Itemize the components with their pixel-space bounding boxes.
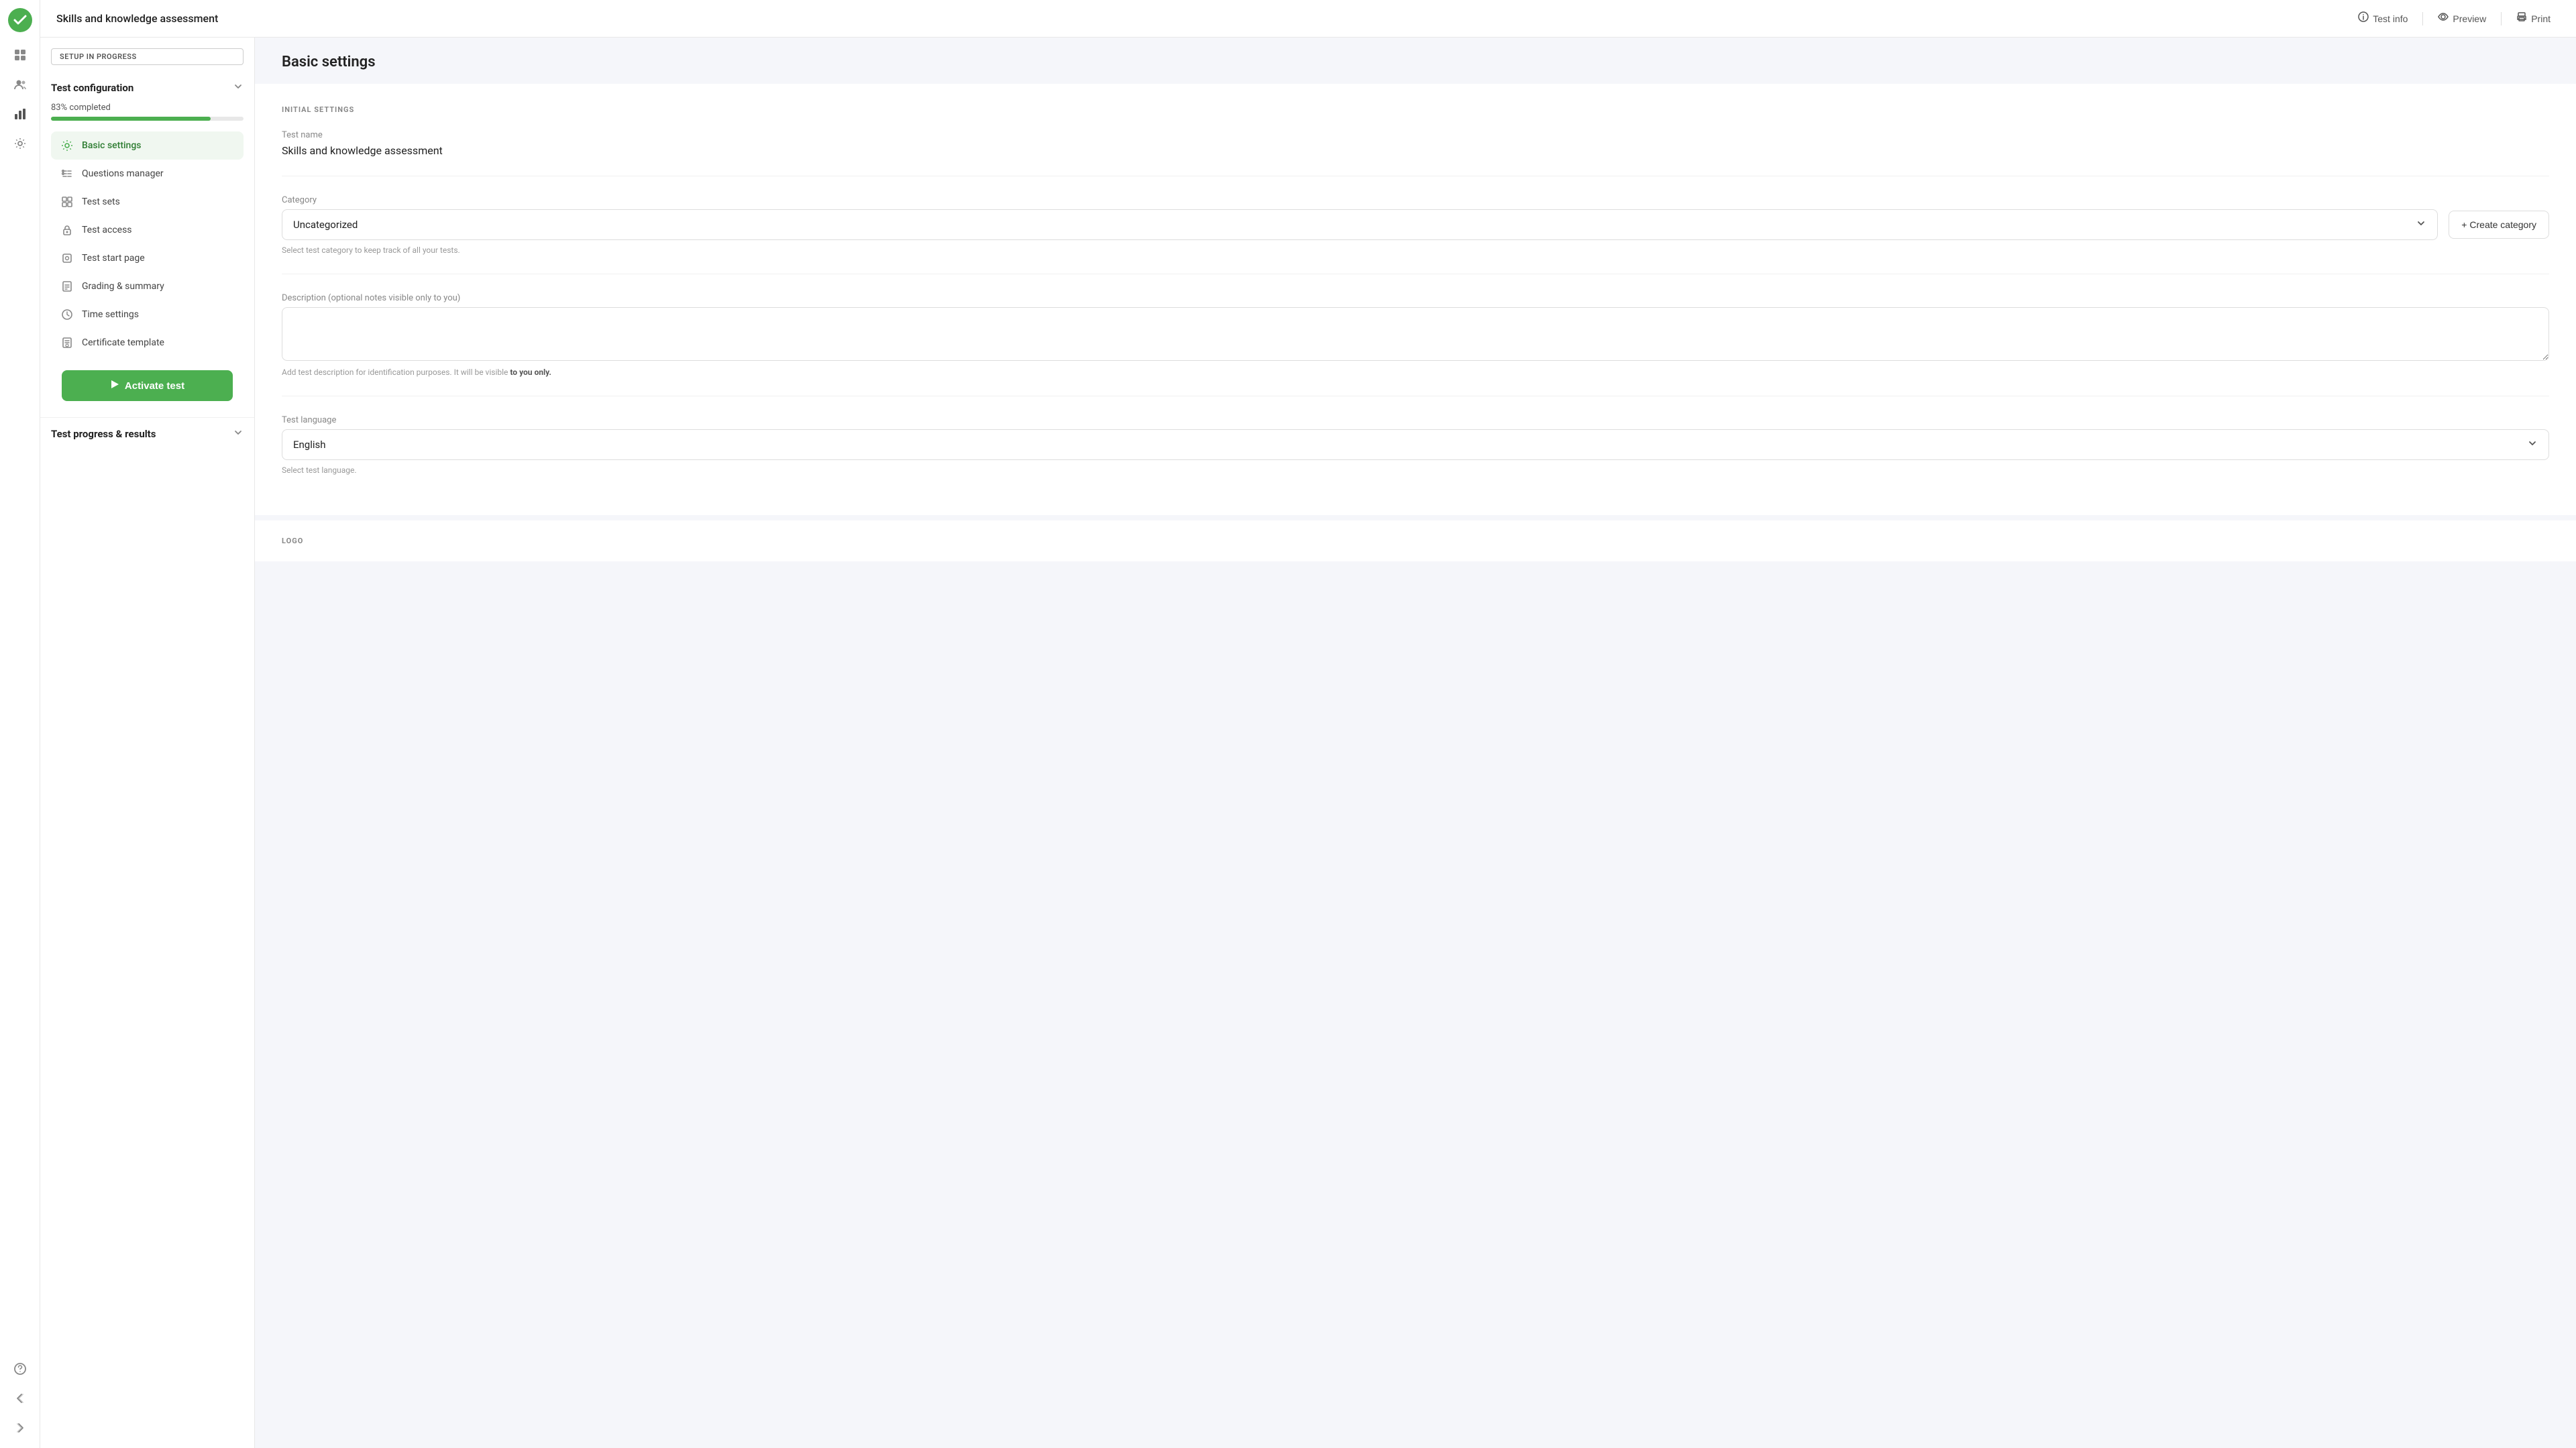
print-button[interactable]: Print — [2507, 6, 2560, 31]
language-group: Test language English Select test langua… — [282, 415, 2549, 475]
grading-summary-icon — [60, 280, 74, 293]
body-layout: SETUP IN PROGRESS Test configuration 83%… — [40, 38, 2576, 1448]
language-helper-text: Select test language. — [282, 465, 2549, 475]
config-chevron-icon — [233, 81, 244, 95]
users-nav-icon[interactable] — [8, 72, 32, 97]
test-progress-title: Test progress & results — [51, 428, 156, 440]
test-sets-label: Test sets — [82, 197, 120, 207]
progress-label: 83% completed — [51, 103, 244, 113]
grading-summary-label: Grading & summary — [82, 281, 164, 292]
create-category-label: Create category — [2469, 219, 2536, 230]
test-name-group: Test name Skills and knowledge assessmen… — [282, 130, 2549, 157]
initial-settings-card: INITIAL SETTINGS Test name Skills and kn… — [255, 84, 2576, 515]
test-progress-section: Test progress & results — [40, 417, 254, 461]
test-access-icon — [60, 223, 74, 237]
initial-settings-label: INITIAL SETTINGS — [282, 105, 2549, 114]
questions-manager-label: Questions manager — [82, 168, 164, 179]
top-header: Skills and knowledge assessment Test inf… — [40, 0, 2576, 38]
nav-item-grading-summary[interactable]: Grading & summary — [51, 272, 244, 300]
test-progress-chevron-icon — [233, 427, 244, 441]
time-settings-label: Time settings — [82, 309, 139, 320]
language-chevron-icon — [2527, 438, 2538, 451]
certificate-template-label: Certificate template — [82, 337, 164, 348]
activate-test-button[interactable]: Activate test — [62, 370, 233, 401]
test-info-button[interactable]: Test info — [2349, 6, 2417, 31]
setup-badge: SETUP IN PROGRESS — [51, 48, 244, 65]
nav-item-test-sets[interactable]: Test sets — [51, 188, 244, 216]
activate-play-icon — [110, 380, 119, 392]
progress-bar-fill — [51, 117, 211, 121]
language-value: English — [293, 439, 326, 451]
activate-test-label: Activate test — [125, 380, 184, 392]
main-wrapper: Skills and knowledge assessment Test inf… — [40, 0, 2576, 1448]
config-section: Test configuration 83% completed — [40, 76, 254, 412]
left-panel: SETUP IN PROGRESS Test configuration 83%… — [40, 38, 255, 1448]
description-helper-text: Add test description for identification … — [282, 368, 2549, 377]
category-row: Uncategorized + Create category — [282, 209, 2549, 240]
info-icon — [2358, 11, 2369, 25]
nav-item-basic-settings[interactable]: Basic settings — [51, 131, 244, 160]
test-start-page-label: Test start page — [82, 253, 145, 264]
certificate-template-icon — [60, 336, 74, 349]
setup-badge-text: SETUP IN PROGRESS — [51, 48, 244, 65]
header-divider-1 — [2422, 12, 2423, 25]
test-sets-icon — [60, 195, 74, 209]
logo-section: LOGO — [255, 520, 2576, 561]
description-label: Description (optional notes visible only… — [282, 293, 2549, 303]
category-chevron-icon — [2416, 218, 2426, 231]
test-name-value: Skills and knowledge assessment — [282, 144, 2549, 157]
progress-section: 83% completed — [51, 100, 244, 129]
print-icon — [2516, 11, 2527, 25]
test-name-label: Test name — [282, 130, 2549, 140]
icon-sidebar — [0, 0, 40, 1448]
back-nav-icon[interactable] — [8, 1386, 32, 1410]
preview-icon — [2438, 11, 2449, 25]
config-title: Test configuration — [51, 82, 133, 94]
category-helper-text: Select test category to keep track of al… — [282, 245, 2549, 255]
settings-nav-icon[interactable] — [8, 131, 32, 156]
config-header[interactable]: Test configuration — [51, 76, 244, 100]
test-info-label: Test info — [2373, 13, 2408, 24]
preview-label: Preview — [2453, 13, 2486, 24]
preview-button[interactable]: Preview — [2428, 6, 2496, 31]
basic-settings-label: Basic settings — [82, 140, 141, 151]
nav-item-certificate-template[interactable]: Certificate template — [51, 329, 244, 357]
description-group: Description (optional notes visible only… — [282, 293, 2549, 377]
category-label: Category — [282, 195, 2549, 205]
time-settings-icon — [60, 308, 74, 321]
description-textarea[interactable] — [282, 307, 2549, 361]
nav-item-questions-manager[interactable]: Questions manager — [51, 160, 244, 188]
test-language-label: Test language — [282, 415, 2549, 425]
section-title: Basic settings — [255, 38, 2576, 84]
header-divider-2 — [2501, 12, 2502, 25]
right-content: Basic settings INITIAL SETTINGS Test nam… — [255, 38, 2576, 1448]
nav-item-time-settings[interactable]: Time settings — [51, 300, 244, 329]
test-start-page-icon — [60, 252, 74, 265]
chart-nav-icon[interactable] — [8, 102, 32, 126]
logo-label: LOGO — [282, 537, 2549, 545]
apps-nav-icon[interactable] — [8, 43, 32, 67]
description-helper-normal: Add test description for identification … — [282, 368, 508, 377]
expand-nav-icon[interactable] — [8, 1416, 32, 1440]
basic-settings-icon — [60, 139, 74, 152]
create-category-plus-icon: + — [2461, 219, 2467, 230]
category-dropdown[interactable]: Uncategorized — [282, 209, 2438, 240]
description-helper-bold: to you only. — [510, 368, 551, 377]
category-value: Uncategorized — [293, 219, 358, 231]
header-actions: Test info Preview — [2349, 6, 2560, 31]
test-access-label: Test access — [82, 225, 132, 235]
nav-item-test-access[interactable]: Test access — [51, 216, 244, 244]
help-nav-icon[interactable] — [8, 1357, 32, 1381]
app-logo[interactable] — [8, 8, 32, 32]
nav-menu: Basic settings — [51, 129, 244, 359]
category-group: Category Uncategorized + — [282, 195, 2549, 255]
page-title: Skills and knowledge assessment — [56, 12, 218, 25]
nav-item-test-start-page[interactable]: Test start page — [51, 244, 244, 272]
test-progress-header[interactable]: Test progress & results — [51, 418, 244, 450]
questions-manager-icon — [60, 167, 74, 180]
language-dropdown[interactable]: English — [282, 429, 2549, 460]
print-label: Print — [2531, 13, 2551, 24]
create-category-button[interactable]: + Create category — [2449, 211, 2549, 239]
progress-bar-background — [51, 117, 244, 121]
